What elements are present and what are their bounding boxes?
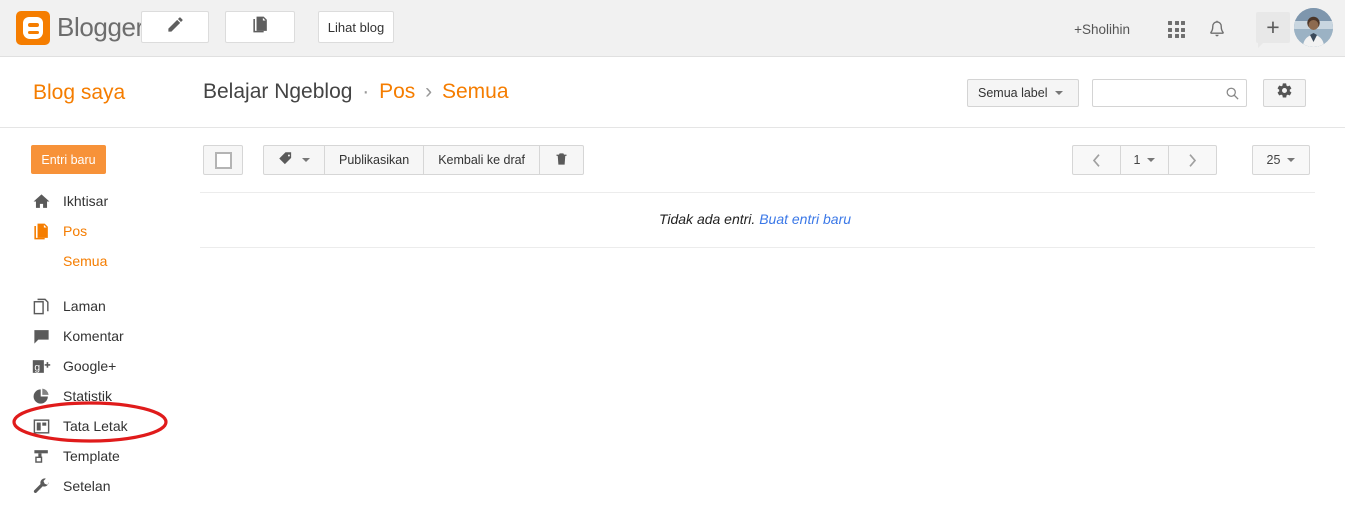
delete-button[interactable] <box>540 146 583 174</box>
per-page-value: 25 <box>1266 153 1281 167</box>
sidebar-item-label: Tata Letak <box>63 418 128 434</box>
blogger-logo-slot-top <box>28 23 39 27</box>
sidebar-item-label: Laman <box>63 298 106 314</box>
breadcrumb: Belajar Ngeblog · Pos › Semua <box>203 80 509 104</box>
pencil-icon <box>166 15 185 39</box>
publish-button[interactable]: Publikasikan <box>325 146 425 174</box>
chevron-left-icon <box>1092 153 1100 167</box>
my-blogs-link[interactable]: Blog saya <box>33 81 125 105</box>
sidebar-nav: Ikhtisar Pos Semua Laman Komentar g Goog… <box>0 186 195 501</box>
bell-icon[interactable] <box>1206 18 1228 42</box>
wrench-icon <box>31 476 52 497</box>
breadcrumb-separator-dot: · <box>362 80 370 103</box>
sidebar-item-label: Pos <box>63 223 88 239</box>
chevron-down-icon <box>1147 158 1156 162</box>
blogger-logo-slot-bottom <box>28 30 39 34</box>
next-page-button[interactable] <box>1169 146 1216 174</box>
label-dropdown-button[interactable] <box>264 146 325 174</box>
share-plus-label: + <box>1266 14 1280 40</box>
search-icon[interactable] <box>1225 86 1240 106</box>
breadcrumb-blog-title: Belajar Ngeblog <box>203 80 353 103</box>
view-blog-button[interactable]: Lihat blog <box>318 11 394 43</box>
revert-draft-label: Kembali ke draf <box>438 153 526 167</box>
avatar[interactable] <box>1294 8 1333 47</box>
label-filter-value: Semua label <box>978 86 1048 100</box>
sidebar-item-google-plus[interactable]: g Google+ <box>0 351 195 381</box>
svg-text:g: g <box>34 362 40 373</box>
select-all-checkbox[interactable] <box>203 145 243 175</box>
sidebar-item-ikhtisar[interactable]: Ikhtisar <box>0 186 195 216</box>
publish-label: Publikasikan <box>339 153 410 167</box>
sidebar-item-label: Setelan <box>63 478 111 494</box>
breadcrumb-separator-chevron: › <box>425 80 433 103</box>
empty-state-text: Tidak ada entri. <box>658 211 756 227</box>
trash-icon <box>554 151 569 170</box>
sidebar-item-template[interactable]: Template <box>0 441 195 471</box>
sidebar-item-label: Statistik <box>63 388 113 404</box>
apps-grid-icon[interactable] <box>1168 21 1185 38</box>
revert-to-draft-button[interactable]: Kembali ke draf <box>424 146 541 174</box>
sidebar-item-label: Template <box>63 448 120 464</box>
search-input[interactable] <box>1099 80 1223 108</box>
breadcrumb-subsection-semua[interactable]: Semua <box>442 80 509 103</box>
account-name[interactable]: +Sholihin <box>1074 22 1130 37</box>
create-new-entry-link[interactable]: Buat entri baru <box>759 211 851 227</box>
page-number-dropdown[interactable]: 1 <box>1121 146 1169 174</box>
chevron-down-icon <box>1054 91 1063 95</box>
view-blog-label: Lihat blog <box>327 19 385 35</box>
divider-top <box>200 192 1315 193</box>
pages-icon <box>31 296 52 317</box>
sidebar-item-statistik[interactable]: Statistik <box>0 381 195 411</box>
empty-state: Tidak ada entri. Buat entri baru <box>195 211 1315 227</box>
gear-icon <box>1276 82 1293 104</box>
pie-chart-icon <box>31 386 52 407</box>
brand-title: Blogger <box>57 12 144 42</box>
sidebar-item-tata-letak[interactable]: Tata Letak <box>0 411 195 441</box>
sidebar-item-label: Ikhtisar <box>63 193 109 209</box>
pagination: 1 <box>1072 145 1217 175</box>
sidebar-item-label: Komentar <box>63 328 124 344</box>
google-plus-icon: g <box>31 356 52 377</box>
blogger-logo-icon[interactable] <box>16 11 50 45</box>
chevron-down-icon <box>1287 158 1296 162</box>
home-icon <box>31 191 52 212</box>
blogger-logo-inner <box>23 17 43 39</box>
new-post-button[interactable] <box>141 11 209 43</box>
comment-icon <box>31 326 52 347</box>
prev-page-button[interactable] <box>1073 146 1121 174</box>
posts-action-group: Publikasikan Kembali ke draf <box>263 145 585 175</box>
tag-icon <box>278 151 293 169</box>
sidebar-item-komentar[interactable]: Komentar <box>0 321 195 351</box>
new-entry-button[interactable]: Entri baru <box>31 145 106 174</box>
top-bar: Blogger Lihat blog +Sholihin + <box>0 0 1345 57</box>
search-box[interactable] <box>1092 79 1247 108</box>
posts-icon <box>31 221 52 242</box>
per-page-dropdown[interactable]: 25 <box>1252 145 1310 175</box>
label-filter-dropdown[interactable]: Semua label <box>967 79 1079 107</box>
sidebar-item-setelan[interactable]: Setelan <box>0 471 195 501</box>
share-plus-button[interactable]: + <box>1256 12 1290 48</box>
divider-bottom <box>200 247 1315 248</box>
documents-icon <box>251 15 270 39</box>
sidebar-item-label: Google+ <box>63 358 117 374</box>
breadcrumb-section-pos[interactable]: Pos <box>379 80 415 103</box>
checkbox-icon <box>214 151 232 169</box>
sidebar: Entri baru Ikhtisar Pos Semua Laman Kome… <box>0 129 195 519</box>
sidebar-item-pos[interactable]: Pos <box>0 216 195 246</box>
posts-list-button[interactable] <box>225 11 295 43</box>
template-icon <box>31 446 52 467</box>
page-number-value: 1 <box>1133 153 1141 167</box>
sidebar-item-laman[interactable]: Laman <box>0 291 195 321</box>
sidebar-subitem-semua[interactable]: Semua <box>0 246 195 276</box>
chevron-right-icon <box>1189 153 1197 167</box>
settings-button[interactable] <box>1263 79 1306 107</box>
main-content: Publikasikan Kembali ke draf 1 25 Tidak … <box>195 129 1345 519</box>
posts-toolbar: Publikasikan Kembali ke draf 1 25 <box>195 129 1345 191</box>
chevron-down-icon <box>302 158 310 162</box>
layout-icon <box>31 416 52 437</box>
